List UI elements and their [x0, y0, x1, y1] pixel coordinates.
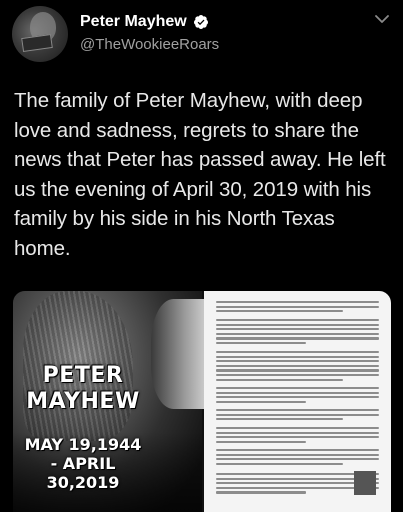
- avatar-badge: [21, 33, 53, 53]
- doc-paragraph: [216, 319, 379, 347]
- doc-paragraph: [216, 387, 379, 405]
- name-row[interactable]: Peter Mayhew: [80, 13, 209, 31]
- display-name[interactable]: Peter Mayhew: [80, 13, 187, 31]
- doc-paragraph: [216, 449, 379, 467]
- doc-paragraph: [216, 351, 379, 383]
- avatar[interactable]: [12, 6, 68, 62]
- poster-birth-date: MAY 19,1944: [24, 435, 142, 454]
- doc-paragraph: [216, 409, 379, 423]
- account-handle[interactable]: @TheWookieeRoars: [80, 36, 219, 53]
- doc-paragraph: [216, 427, 379, 445]
- doc-paragraph: [216, 301, 379, 315]
- memorial-photo[interactable]: PETER MAYHEW MAY 19,1944 - APRIL 30,2019: [13, 291, 207, 512]
- tweet-text: The family of Peter Mayhew, with deep lo…: [14, 89, 386, 260]
- photo-face: [151, 299, 207, 409]
- media-grid: PETER MAYHEW MAY 19,1944 - APRIL 30,2019: [13, 291, 391, 512]
- doc-photo: [354, 471, 376, 495]
- poster-first-name: PETER: [42, 363, 124, 388]
- statement-document[interactable]: [204, 291, 391, 512]
- tweet-header: Peter Mayhew @TheWookieeRoars: [0, 0, 403, 78]
- chevron-down-icon[interactable]: [375, 14, 389, 24]
- verified-badge-icon: [193, 15, 208, 29]
- poster-death-date: - APRIL 30,2019: [46, 454, 120, 492]
- poster-last-name: MAYHEW: [26, 389, 140, 414]
